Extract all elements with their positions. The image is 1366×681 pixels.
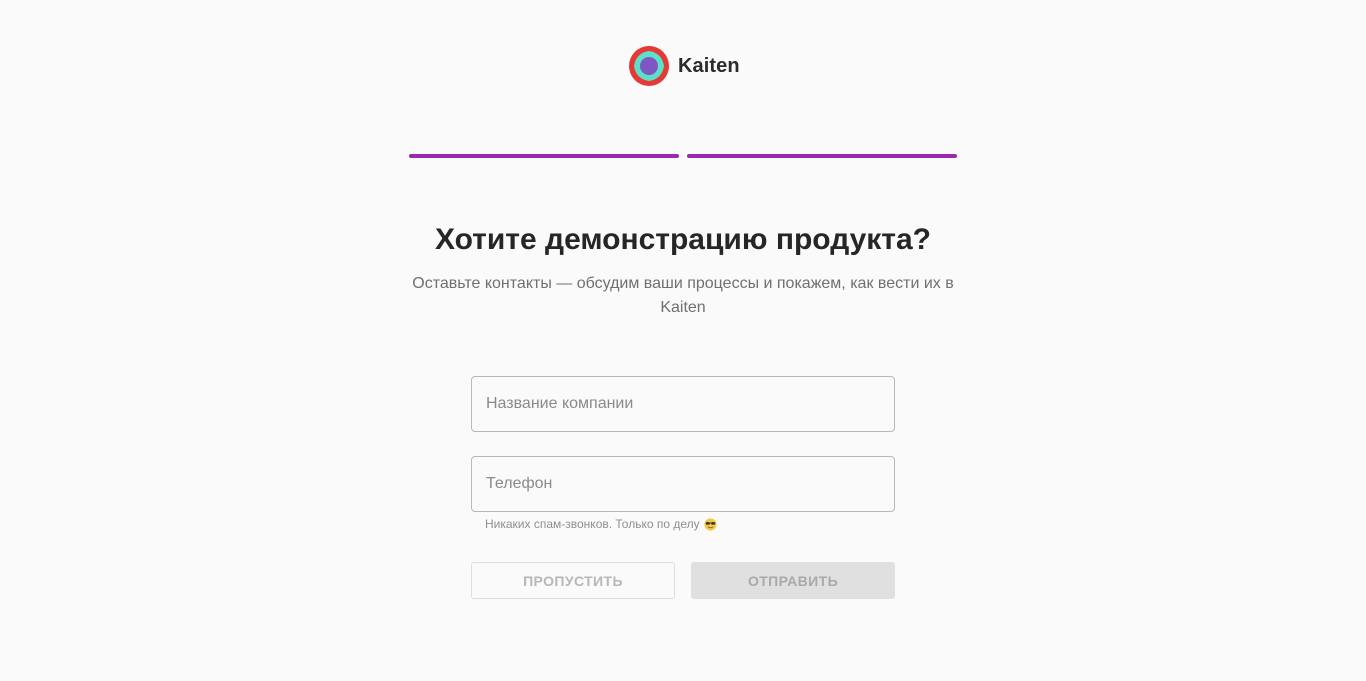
phone-input[interactable] (472, 457, 894, 511)
page-title: Хотите демонстрацию продукта? (434, 223, 932, 256)
submit-button[interactable]: ОТПРАВИТЬ (691, 562, 895, 599)
skip-button[interactable]: ПРОПУСТИТЬ (471, 562, 675, 599)
phone-field (471, 456, 895, 512)
phone-hint-text: Никаких спам-звонков. Только по делу (485, 517, 700, 531)
progress-steps (409, 154, 957, 158)
progress-step-1 (409, 154, 679, 158)
brand-name: Kaiten (678, 54, 740, 77)
brand-header: Kaiten (629, 46, 740, 86)
company-name-input[interactable] (472, 377, 894, 431)
sunglasses-emoji-icon (704, 517, 717, 531)
kaiten-logo-icon (629, 46, 669, 86)
phone-hint: Никаких спам-звонков. Только по делу (485, 515, 717, 533)
progress-step-2 (687, 154, 957, 158)
page-subtitle: Оставьте контакты — обсудим ваши процесс… (412, 275, 954, 316)
company-name-field (471, 376, 895, 432)
demo-request-page: Kaiten Хотите демонстрацию продукта? Ост… (0, 0, 1366, 681)
